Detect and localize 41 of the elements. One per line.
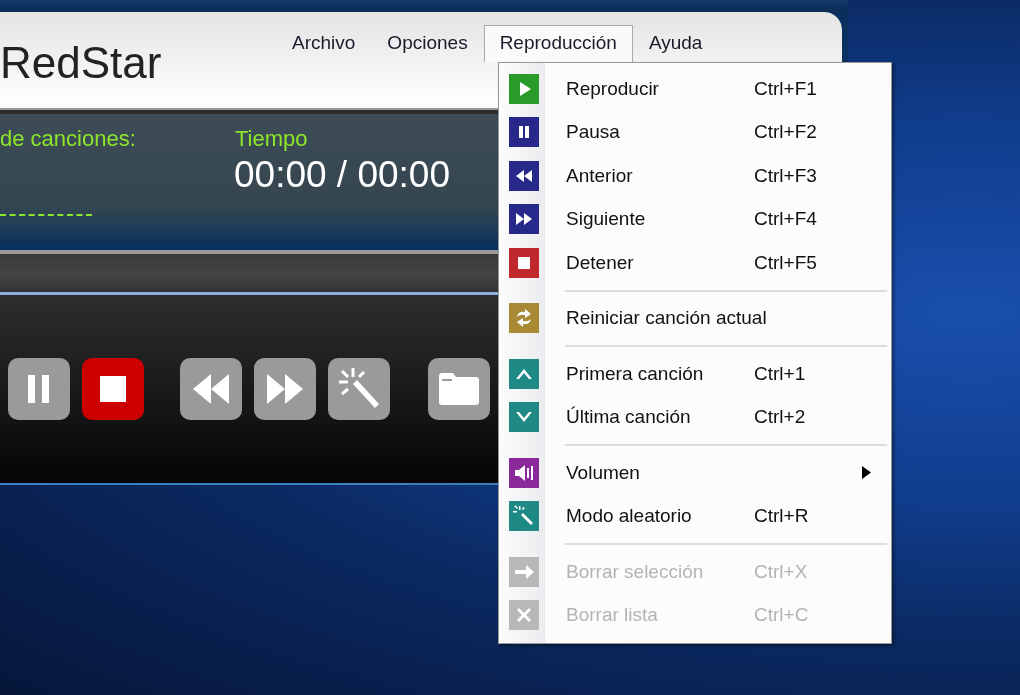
menu-item[interactable]: Última canción Ctrl+2 (499, 395, 891, 439)
pause-button[interactable] (8, 358, 70, 420)
menu-tab[interactable]: Ayuda (632, 25, 719, 62)
menu-tab[interactable]: Opciones (371, 25, 484, 62)
menu-item[interactable]: Pausa Ctrl+F2 (499, 110, 891, 154)
pause-icon (28, 375, 50, 403)
menu-item[interactable]: Siguiente Ctrl+F4 (499, 197, 891, 241)
folder-icon (439, 373, 479, 405)
rewind-icon (509, 160, 539, 191)
play-icon (509, 73, 539, 104)
speaker-icon (509, 457, 539, 488)
chevron-up-icon (509, 358, 539, 389)
menu-item[interactable]: Anterior Ctrl+F3 (499, 154, 891, 198)
repeat-icon (509, 303, 539, 334)
menu-item[interactable]: Modo aleatorio Ctrl+R (499, 494, 891, 538)
open-folder-button[interactable] (428, 358, 490, 420)
fast-forward-button[interactable] (254, 358, 316, 420)
rewind-icon (193, 374, 229, 404)
menu-item[interactable]: Reproducir Ctrl+F1 (499, 67, 891, 111)
menu-item[interactable]: Volumen (499, 451, 891, 495)
chevron-down-icon (509, 402, 539, 433)
app-logo: RedStar (0, 38, 163, 88)
shuffle-button[interactable] (328, 358, 390, 420)
stop-button[interactable] (82, 358, 144, 420)
menu-tab[interactable]: Archivo (276, 25, 372, 62)
fast-forward-icon (267, 374, 303, 404)
time-label: Tiempo (235, 126, 308, 152)
magic-wand-icon (509, 501, 539, 532)
rewind-button[interactable] (180, 358, 242, 420)
time-readout: 00:00 / 00:00 (234, 154, 451, 196)
fast-forward-icon (509, 204, 539, 235)
close-icon (509, 600, 539, 631)
menu-item[interactable]: Reiniciar canción actual (499, 296, 891, 340)
arrow-right-icon (509, 556, 539, 587)
stop-icon (100, 376, 126, 402)
menu-item[interactable]: Detener Ctrl+F5 (499, 241, 891, 285)
songs-label: de canciones: (0, 126, 136, 152)
menu-tab[interactable]: Reproducción (483, 25, 633, 62)
pause-icon (509, 117, 539, 148)
stop-icon (509, 247, 539, 278)
menu-item[interactable]: Primera canción Ctrl+1 (499, 352, 891, 396)
